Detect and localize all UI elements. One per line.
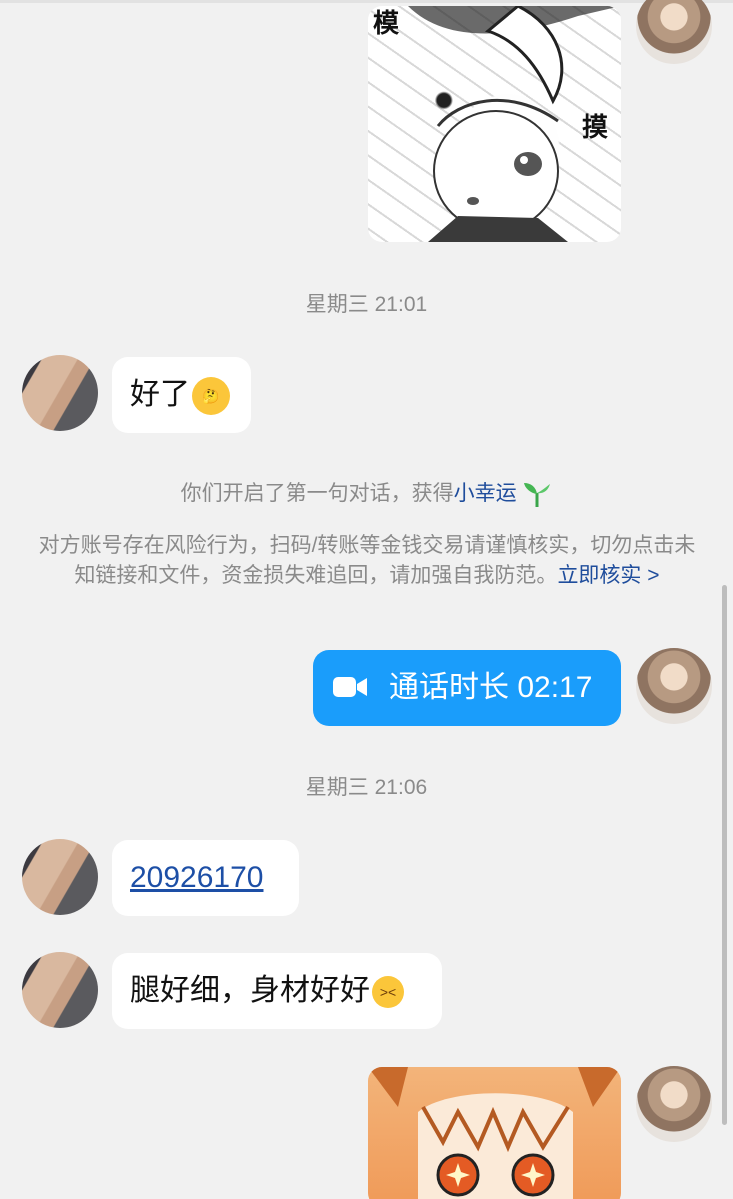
thinking-face-emoji: 🤔 (192, 377, 230, 416)
avatar-peer[interactable] (22, 839, 98, 915)
lucky-link[interactable]: 小幸运 (454, 482, 517, 505)
svg-text:模: 模 (373, 9, 400, 39)
avatar-peer[interactable] (22, 952, 98, 1028)
first-chat-text: 你们开启了第一句对话，获得 (180, 482, 454, 505)
avatar-self[interactable] (636, 0, 712, 64)
verify-now-link[interactable]: 立即核实 > (557, 564, 659, 587)
risk-warning: 对方账号存在风险行为，扫码/转账等金钱交易请谨慎核实，切勿点击未知链接和文件，资… (32, 531, 702, 591)
scrollbar[interactable] (722, 585, 727, 1125)
message-text: 好了 (130, 378, 190, 411)
svg-text:摸: 摸 (582, 113, 608, 143)
manga-illustration: 模 摸 (373, 6, 621, 242)
image-message-manga[interactable]: 模 摸 (368, 6, 621, 242)
message-bubble[interactable]: 20926170 (112, 840, 299, 916)
first-chat-notice: 你们开启了第一句对话，获得小幸运 (0, 477, 733, 508)
avatar-self[interactable] (636, 1066, 712, 1142)
sprout-icon (524, 483, 551, 508)
avatar-peer[interactable] (22, 355, 98, 431)
call-record-bubble[interactable]: 通话时长 02:17 (313, 650, 621, 726)
laughing-squint-emoji: >< (372, 976, 404, 1009)
anime-illustration (368, 1067, 621, 1199)
message-bubble[interactable]: 好了 🤔 (112, 357, 251, 433)
timestamp: 星期三 21:06 (305, 776, 428, 799)
number-link[interactable]: 20926170 (130, 861, 263, 894)
image-message-anime[interactable] (368, 1067, 621, 1199)
chat-screen: 模 摸 星期三 21:01 好了 🤔 你们开启了第一句对话，获得小幸运 对方账号存… (0, 0, 733, 1199)
avatar-self[interactable] (636, 648, 712, 724)
message-text: 腿好细，身材好好 (130, 974, 370, 1007)
video-camera-icon (333, 677, 367, 698)
timestamp: 星期三 21:01 (305, 293, 428, 316)
message-bubble[interactable]: 腿好细，身材好好 >< (112, 953, 442, 1029)
call-duration-text: 通话时长 02:17 (389, 671, 593, 704)
top-divider (0, 0, 733, 3)
